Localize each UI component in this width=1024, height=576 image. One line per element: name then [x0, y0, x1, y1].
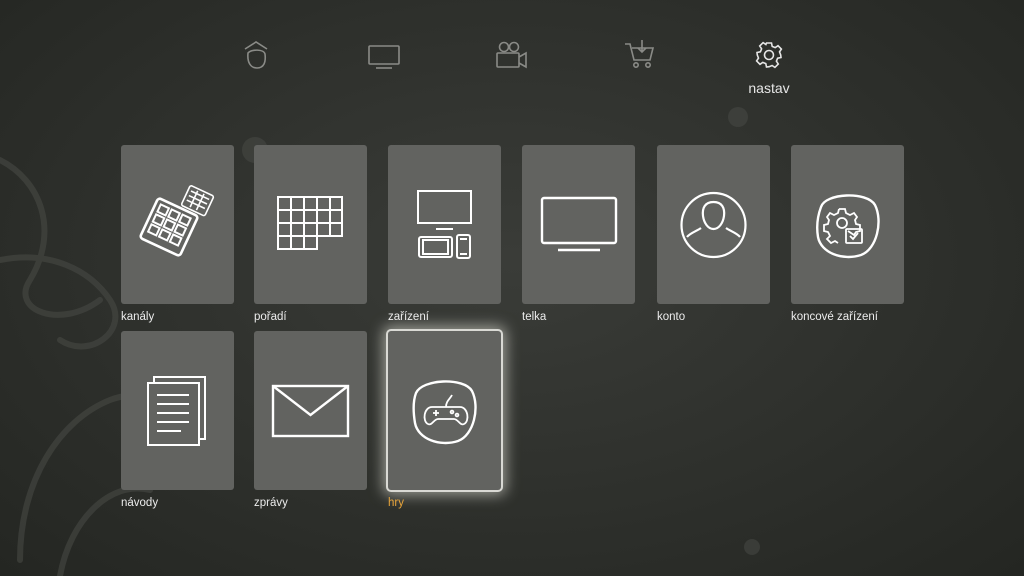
nav-tv[interactable] [354, 38, 414, 98]
grid-icon [277, 196, 344, 251]
nav-cart[interactable] [610, 38, 670, 98]
nav-home[interactable] [226, 38, 286, 98]
tile-poradi[interactable] [254, 145, 367, 304]
gamepad-icon [412, 380, 477, 445]
tile-label-telka: telka [522, 311, 547, 323]
tile-label-koncove-zarizeni: koncové zařízení [791, 311, 878, 323]
tile-navody[interactable] [121, 331, 234, 490]
tile-label-zpravy: zprávy [254, 497, 288, 509]
top-navigation: nastav [0, 0, 1024, 110]
home-icon [244, 41, 268, 69]
cart-icon [625, 40, 655, 68]
tile-hry[interactable] [388, 331, 501, 490]
tile-label-poradi: pořadí [254, 311, 287, 323]
tile-label-hry: hry [388, 497, 404, 509]
tile-label-zarizeni: zařízení [388, 311, 429, 323]
envelope-icon [271, 384, 350, 438]
tile-konto[interactable] [657, 145, 770, 304]
user-account-icon [680, 191, 747, 259]
tile-koncove-zarizeni[interactable] [791, 145, 904, 304]
tile-label-navody: návody [121, 497, 159, 509]
nav-settings[interactable]: nastav [739, 38, 799, 98]
tile-label-konto: konto [657, 311, 686, 323]
tile-zpravy[interactable] [254, 331, 367, 490]
device-settings-icon [816, 194, 880, 259]
nav-video[interactable] [481, 38, 541, 98]
video-camera-icon [496, 41, 527, 69]
tile-label-kanaly: kanály [121, 311, 155, 323]
nav-settings-label: nastav [748, 80, 790, 96]
documents-icon [147, 376, 206, 446]
tile-telka[interactable] [522, 145, 635, 304]
tv-screen-icon [540, 196, 618, 252]
gear-icon [755, 41, 783, 69]
remote-keypad-icon [139, 185, 215, 257]
devices-icon [417, 190, 472, 259]
tile-zarizeni[interactable] [388, 145, 501, 304]
tv-icon [368, 45, 400, 69]
tile-kanaly[interactable] [121, 145, 234, 304]
